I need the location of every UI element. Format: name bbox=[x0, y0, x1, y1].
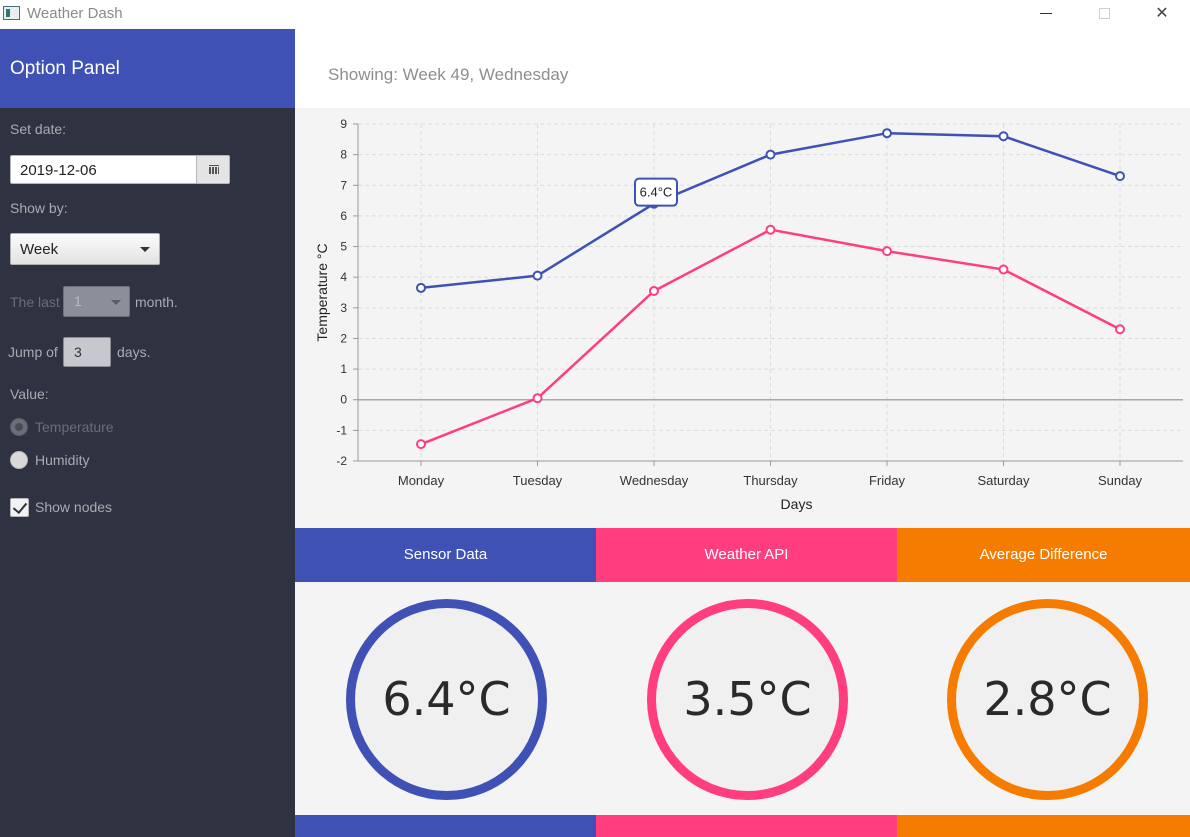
sensor-gauge: 6.4°C bbox=[346, 599, 547, 800]
option-panel: Option Panel Set date: 2019-12-06 Show b… bbox=[0, 29, 295, 837]
showing-text: Showing: Week 49, Wednesday bbox=[328, 65, 569, 84]
y-tick-label: 7 bbox=[340, 178, 347, 192]
temperature-radio-label: Temperature bbox=[35, 419, 114, 435]
humidity-radio-label: Humidity bbox=[35, 452, 90, 468]
show-by-select[interactable]: Week bbox=[10, 233, 160, 265]
data-point bbox=[649, 285, 659, 296]
x-axis-label: Days bbox=[781, 496, 813, 512]
chevron-down-icon bbox=[111, 300, 121, 305]
close-button[interactable]: ✕ bbox=[1133, 0, 1190, 29]
y-tick-label: 2 bbox=[340, 331, 347, 345]
month-suffix-label: month. bbox=[135, 294, 178, 310]
y-tick-label: 1 bbox=[340, 362, 347, 376]
window-title: Weather Dash bbox=[27, 5, 123, 22]
y-tick-label: -1 bbox=[336, 423, 347, 437]
jump-days-input[interactable]: 3 bbox=[63, 337, 111, 367]
line-chart-svg: -2 -1 0 1 2 3 4 5 6 7 8 9 Monday Tuesday Wednesday Thur… bbox=[314, 117, 1183, 512]
data-point bbox=[765, 149, 776, 160]
x-tick-label: Monday bbox=[398, 473, 445, 488]
x-tick-label: Thursday bbox=[743, 473, 798, 488]
minimize-icon bbox=[1040, 13, 1052, 15]
data-point bbox=[882, 128, 892, 139]
option-panel-header: Option Panel bbox=[0, 29, 295, 108]
y-tick-label: 5 bbox=[340, 240, 347, 254]
temperature-chart: -2 -1 0 1 2 3 4 5 6 7 8 9 Monday Tuesday Wednesday Thur… bbox=[295, 108, 1190, 528]
y-tick-label: -2 bbox=[336, 454, 347, 468]
api-gauge-value: 3.5°C bbox=[683, 672, 812, 726]
date-picker[interactable]: 2019-12-06 bbox=[10, 155, 230, 184]
maximize-icon bbox=[1098, 8, 1110, 20]
data-point bbox=[882, 246, 892, 257]
minimize-button[interactable] bbox=[1017, 0, 1075, 29]
last-months-select[interactable]: 1 bbox=[63, 286, 130, 317]
option-panel-title: Option Panel bbox=[10, 58, 120, 79]
data-point bbox=[532, 393, 543, 404]
value-label: Value: bbox=[10, 386, 49, 402]
average-footer-bar bbox=[897, 815, 1190, 837]
tooltip-text: 6.4°C bbox=[640, 185, 673, 200]
close-icon: ✕ bbox=[1155, 5, 1169, 22]
x-tick-label: Tuesday bbox=[513, 473, 563, 488]
calendar-button[interactable] bbox=[196, 156, 229, 183]
y-tick-label: 4 bbox=[340, 270, 347, 284]
main-header: Showing: Week 49, Wednesday bbox=[295, 29, 1190, 108]
sensor-footer-bar bbox=[295, 815, 596, 837]
calendar-icon bbox=[209, 165, 219, 174]
maximize-button[interactable] bbox=[1075, 0, 1133, 29]
api-gauge: 3.5°C bbox=[647, 599, 848, 800]
date-input[interactable]: 2019-12-06 bbox=[20, 162, 97, 179]
data-point bbox=[1115, 324, 1125, 335]
x-tick-label: Saturday bbox=[977, 473, 1030, 488]
days-suffix-label: days. bbox=[117, 344, 151, 360]
y-tick-label: 3 bbox=[340, 301, 347, 315]
last-months-value: 1 bbox=[74, 293, 82, 309]
gauge-panel: 6.4°C 3.5°C 2.8°C bbox=[295, 582, 1190, 815]
data-point bbox=[998, 264, 1009, 275]
y-tick-label: 8 bbox=[340, 148, 347, 162]
x-tick-label: Wednesday bbox=[620, 473, 689, 488]
chevron-down-icon bbox=[140, 247, 150, 252]
data-point bbox=[416, 439, 426, 450]
data-point bbox=[1115, 171, 1125, 182]
jump-days-value: 3 bbox=[74, 344, 82, 360]
show-nodes-label: Show nodes bbox=[35, 499, 113, 515]
jump-of-label: Jump of bbox=[8, 344, 58, 360]
data-point bbox=[998, 131, 1009, 142]
data-point bbox=[532, 270, 543, 281]
data-point bbox=[416, 282, 426, 293]
x-tick-label: Friday bbox=[869, 473, 906, 488]
average-gauge: 2.8°C bbox=[947, 599, 1148, 800]
x-tick-label: Sunday bbox=[1098, 473, 1143, 488]
window-titlebar: Weather Dash ✕ bbox=[0, 0, 1190, 29]
api-footer-bar bbox=[596, 815, 897, 837]
y-axis-label: Temperature °C bbox=[314, 243, 330, 341]
show-by-label: Show by: bbox=[10, 200, 68, 216]
temperature-radio[interactable] bbox=[10, 418, 28, 436]
chart-tooltip: 6.4°C bbox=[634, 177, 678, 207]
y-tick-label: 6 bbox=[340, 209, 347, 223]
average-gauge-value: 2.8°C bbox=[983, 672, 1112, 726]
y-tick-label: 9 bbox=[340, 117, 347, 131]
show-by-value: Week bbox=[20, 241, 59, 258]
the-last-label: The last bbox=[10, 294, 60, 310]
tab-sensor-data[interactable]: Sensor Data bbox=[295, 528, 596, 582]
humidity-radio[interactable] bbox=[10, 451, 28, 469]
show-nodes-checkbox[interactable] bbox=[10, 498, 29, 517]
set-date-label: Set date: bbox=[10, 121, 67, 137]
tab-average-difference[interactable]: Average Difference bbox=[897, 528, 1190, 582]
tab-weather-api[interactable]: Weather API bbox=[596, 528, 897, 582]
y-tick-label: 0 bbox=[340, 393, 347, 407]
sensor-gauge-value: 6.4°C bbox=[382, 672, 511, 726]
data-point bbox=[765, 224, 776, 235]
app-icon bbox=[3, 6, 20, 20]
